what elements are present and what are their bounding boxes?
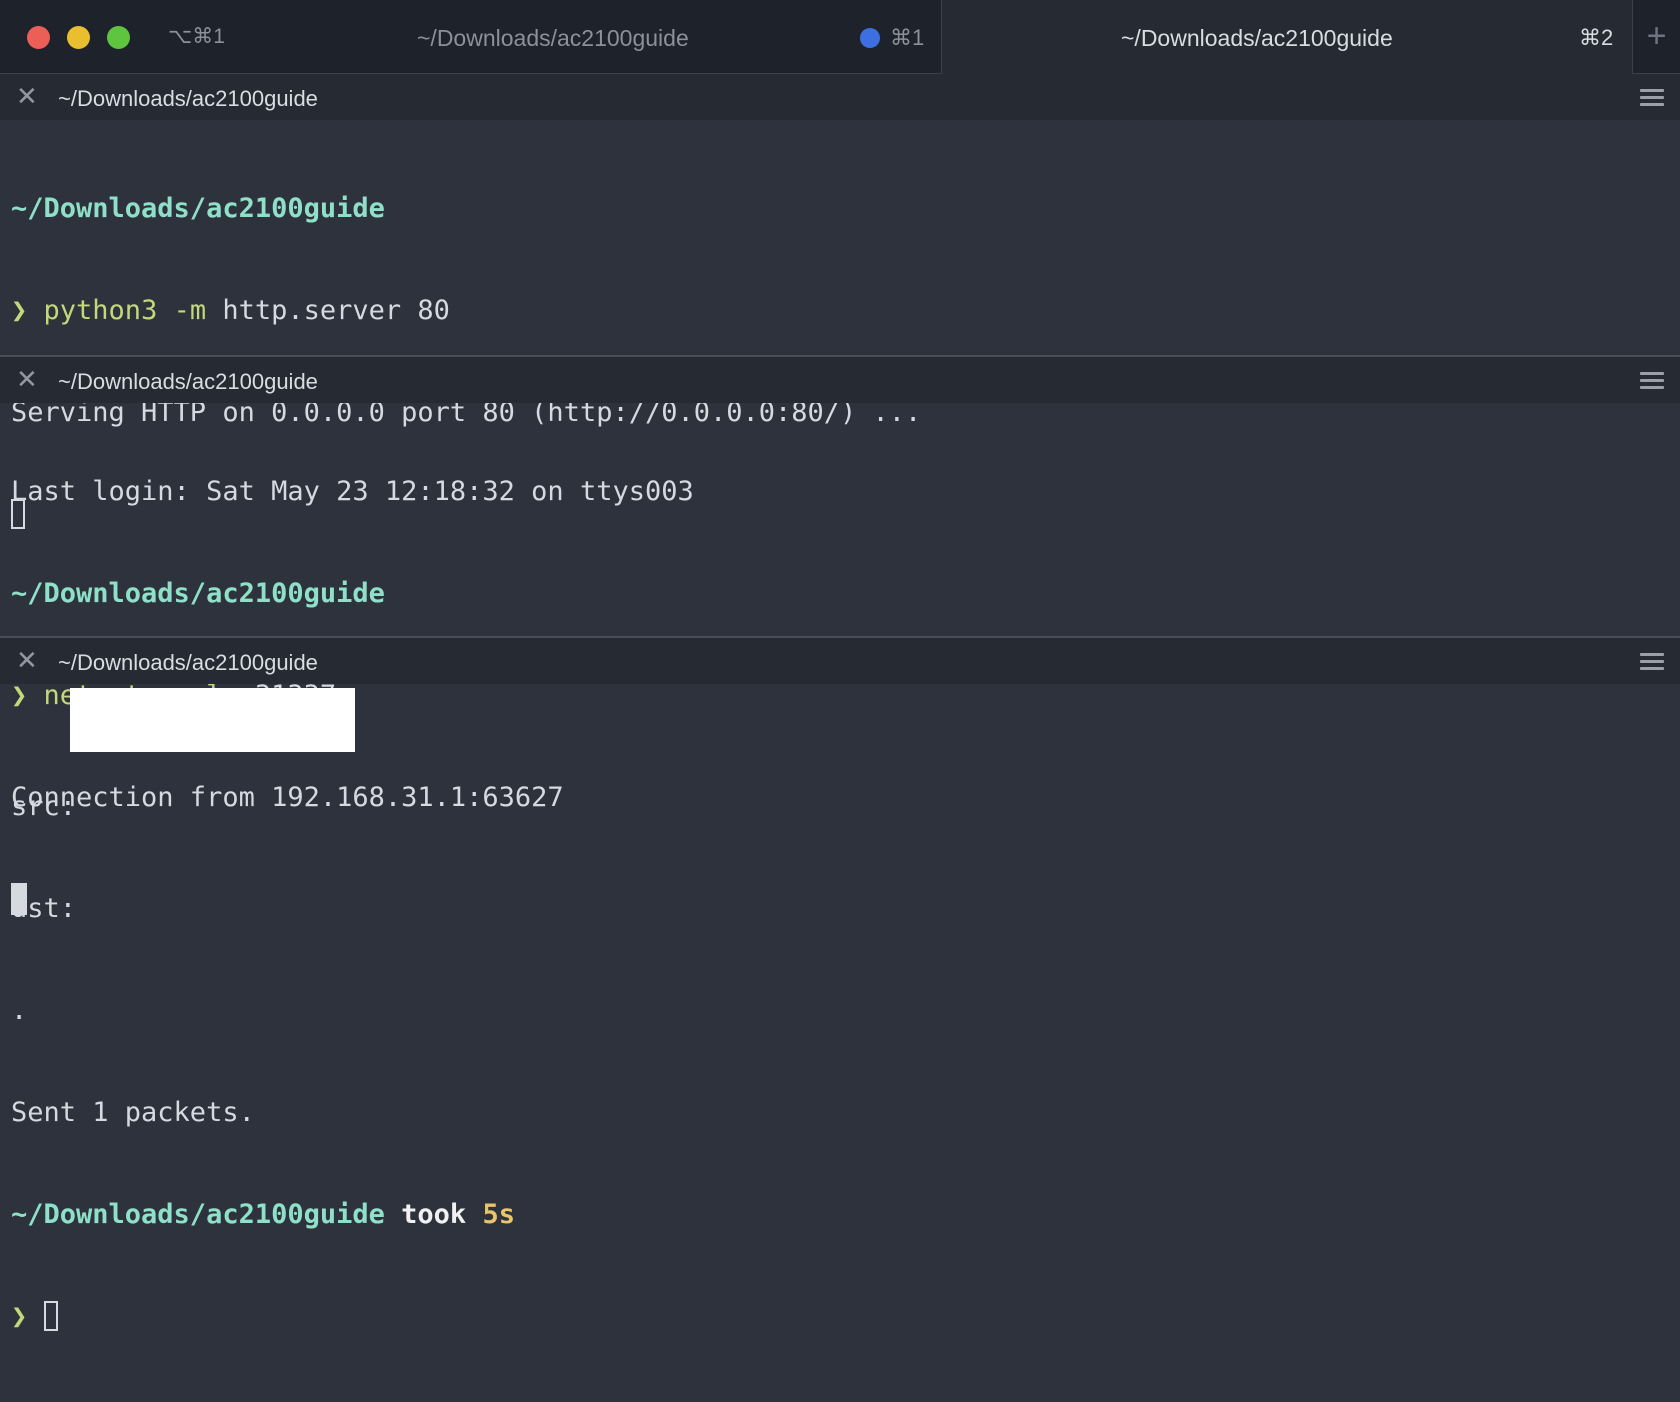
dst-label: dst: (11, 893, 77, 924)
tab-shortcut: ⌘2 (1579, 25, 1614, 50)
terminal-output[interactable]: src: dst: . Sent 1 packets. ~/Downloads/… (0, 684, 1680, 1402)
pane-menu-icon[interactable] (1640, 653, 1664, 671)
tab-title: ~/Downloads/ac2100guide (417, 25, 689, 51)
close-pane-icon[interactable]: ✕ (16, 83, 38, 109)
text-cursor (43, 1301, 58, 1331)
prompt-path: ~/Downloads/ac2100guide (11, 578, 385, 609)
new-tab-plus-icon[interactable]: + (1633, 0, 1680, 74)
pane-title: ~/Downloads/ac2100guide (58, 86, 318, 111)
command-args: http.server 80 (222, 295, 450, 326)
src-label: src: (11, 791, 77, 822)
command-duration: 5s (482, 1199, 515, 1230)
tab-shortcut: ⌘1 (890, 25, 925, 50)
terminal-pane-2[interactable]: ✕ ~/Downloads/ac2100guide Last login: Sa… (0, 355, 1680, 915)
last-login-line: Last login: Sat May 23 12:18:32 on ttys0… (11, 476, 694, 507)
close-pane-icon[interactable]: ✕ (16, 647, 38, 673)
terminal-pane-3[interactable]: ✕ ~/Downloads/ac2100guide src: dst: . Se… (0, 636, 1680, 1332)
pane-title: ~/Downloads/ac2100guide (58, 369, 318, 394)
output-line: Sent 1 packets. (11, 1097, 255, 1128)
pane-menu-icon[interactable] (1640, 372, 1664, 390)
prompt-path: ~/Downloads/ac2100guide (11, 1199, 385, 1230)
prompt-arrow: ❯ (11, 295, 28, 326)
prompt-arrow: ❯ (11, 1301, 28, 1332)
close-pane-icon[interactable]: ✕ (16, 366, 38, 392)
pane-menu-icon[interactable] (1640, 89, 1664, 107)
tab-1[interactable]: ~/Downloads/ac2100guide ⌘1 (0, 0, 941, 74)
terminal-pane-1[interactable]: ✕ ~/Downloads/ac2100guide ~/Downloads/ac… (0, 74, 1680, 529)
redacted-block (70, 688, 355, 752)
tab-bar: ⌥⌘1 ~/Downloads/ac2100guide ⌘1 ~/Downloa… (0, 0, 1680, 74)
took-label: took (401, 1199, 467, 1230)
tab-title: ~/Downloads/ac2100guide (1121, 25, 1393, 51)
command: python3 -m (43, 295, 207, 326)
pane-title: ~/Downloads/ac2100guide (58, 650, 318, 675)
prompt-path: ~/Downloads/ac2100guide (11, 193, 385, 224)
tab-2[interactable]: ~/Downloads/ac2100guide ⌘2 (941, 0, 1633, 74)
pane-header: ✕ ~/Downloads/ac2100guide (0, 357, 1680, 403)
pane-header: ✕ ~/Downloads/ac2100guide (0, 74, 1680, 120)
activity-indicator-icon (860, 28, 880, 48)
terminal-window: ⌥⌘1 ~/Downloads/ac2100guide ⌘1 ~/Downloa… (0, 0, 1680, 1332)
progress-dot: . (11, 995, 28, 1026)
pane-header: ✕ ~/Downloads/ac2100guide (0, 638, 1680, 684)
